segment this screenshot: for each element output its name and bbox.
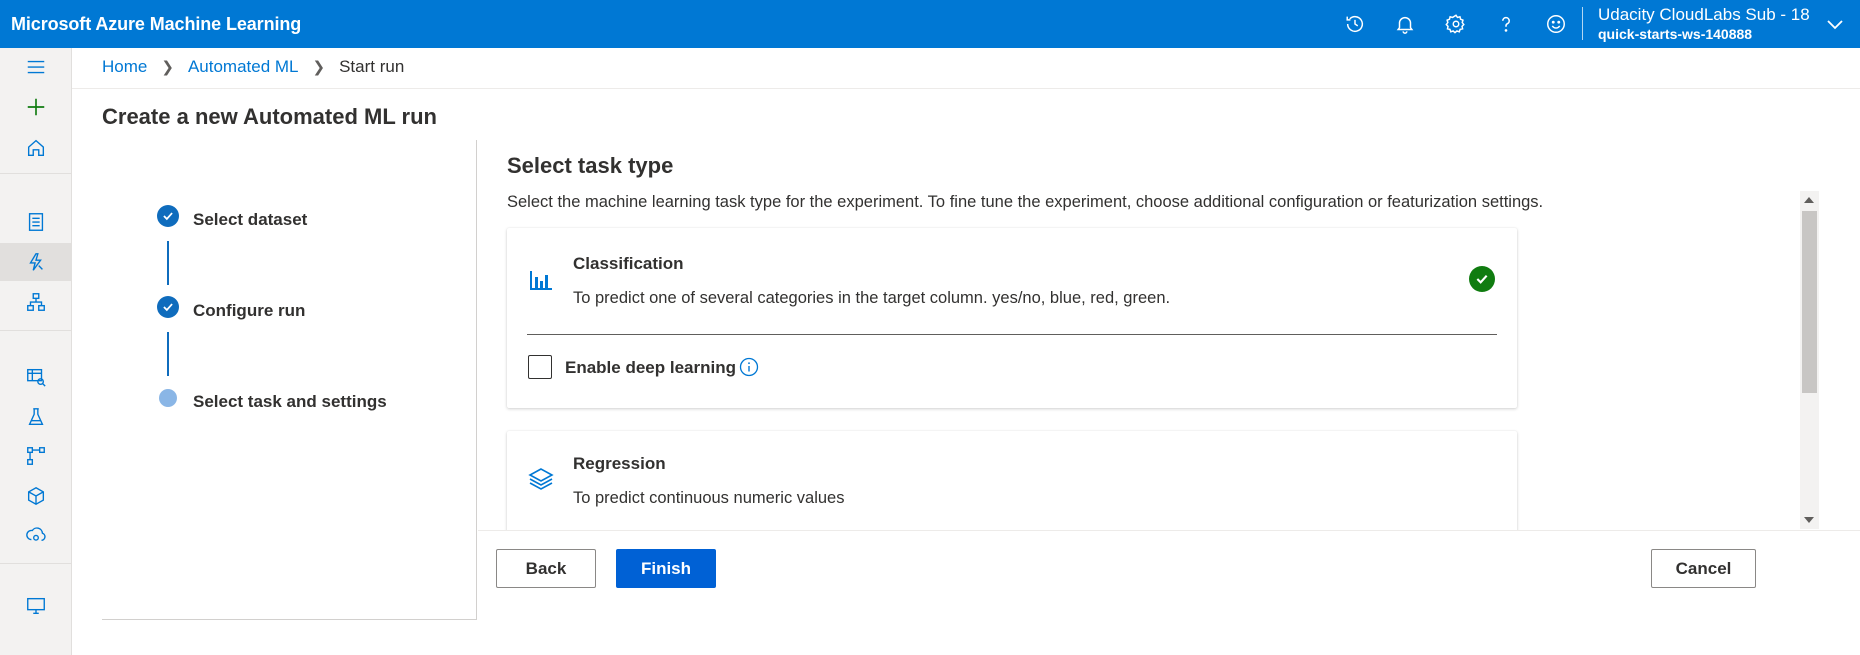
feedback-smiley-icon[interactable]	[1543, 11, 1569, 37]
chevron-down-icon[interactable]	[1823, 12, 1847, 36]
task-title: Regression	[573, 454, 666, 473]
hamburger-icon[interactable]	[0, 48, 71, 86]
account-switcher[interactable]: Udacity CloudLabs Sub - 18 quick-starts-…	[1598, 5, 1810, 43]
scroll-thumb[interactable]	[1802, 211, 1817, 393]
subscription-name: Udacity CloudLabs Sub - 18	[1598, 5, 1810, 24]
pipelines-icon[interactable]	[0, 437, 71, 475]
back-button[interactable]: Back	[496, 549, 596, 588]
notebooks-icon[interactable]	[0, 203, 71, 241]
scroll-down-arrow-icon[interactable]	[1804, 517, 1814, 523]
top-bar: Microsoft Azure Machine Learning Udacity…	[0, 0, 1860, 48]
vertical-scrollbar[interactable]	[1800, 191, 1819, 529]
finish-button[interactable]: Finish	[616, 549, 716, 588]
workspace-name: quick-starts-ws-140888	[1598, 26, 1753, 42]
automated-ml-icon[interactable]	[0, 243, 71, 281]
breadcrumb-current: Start run	[339, 57, 405, 76]
scroll-up-arrow-icon[interactable]	[1804, 197, 1814, 203]
breadcrumb-separator-icon: ❯	[161, 59, 174, 76]
step-complete-check-icon	[157, 205, 179, 227]
compute-icon[interactable]	[0, 587, 71, 625]
task-card-classification[interactable]: Classification To predict one of several…	[507, 228, 1517, 408]
step-select-dataset[interactable]: Select dataset	[193, 210, 307, 230]
task-list-scroll-area[interactable]: Classification To predict one of several…	[478, 196, 1798, 530]
bar-chart-icon	[530, 271, 552, 290]
info-icon[interactable]	[739, 357, 759, 377]
step-configure-run[interactable]: Configure run	[193, 301, 305, 321]
layers-icon	[528, 468, 554, 490]
task-description: To predict one of several categories in …	[573, 289, 1171, 307]
endpoints-icon[interactable]	[0, 516, 71, 554]
task-card-regression[interactable]: Regression To predict continuous numeric…	[507, 431, 1517, 530]
section-title: Select task type	[507, 153, 674, 178]
task-description: To predict continuous numeric values	[573, 489, 845, 507]
breadcrumb-automl[interactable]: Automated ML	[188, 57, 299, 77]
gear-icon[interactable]	[1443, 11, 1469, 37]
breadcrumb-divider	[72, 88, 1860, 89]
breadcrumb: Home ❯ Automated ML ❯ Start run	[102, 57, 404, 77]
designer-icon[interactable]	[0, 283, 71, 321]
help-icon[interactable]	[1493, 11, 1519, 37]
step-select-task-settings[interactable]: Select task and settings	[193, 392, 387, 412]
card-divider	[527, 334, 1497, 335]
top-bar-separator	[1582, 7, 1583, 40]
home-icon[interactable]	[0, 129, 71, 167]
selected-check-icon	[1469, 266, 1495, 292]
step-current-dot-icon	[159, 389, 177, 407]
footer-divider	[478, 530, 1860, 531]
datasets-icon[interactable]	[0, 358, 71, 396]
app-title[interactable]: Microsoft Azure Machine Learning	[11, 14, 301, 35]
task-title: Classification	[573, 254, 684, 273]
enable-deep-learning-checkbox[interactable]	[528, 355, 552, 379]
add-icon[interactable]	[0, 88, 71, 126]
breadcrumb-home[interactable]: Home	[102, 57, 147, 77]
bell-icon[interactable]	[1392, 11, 1418, 37]
step-connector	[167, 241, 169, 285]
step-complete-check-icon	[157, 296, 179, 318]
enable-deep-learning-label[interactable]: Enable deep learning	[565, 358, 736, 378]
experiments-icon[interactable]	[0, 398, 71, 436]
page-title: Create a new Automated ML run	[102, 104, 437, 129]
step-connector	[167, 332, 169, 376]
models-icon[interactable]	[0, 477, 71, 515]
history-icon[interactable]	[1342, 11, 1368, 37]
breadcrumb-separator-icon: ❯	[312, 59, 326, 76]
left-nav-rail	[0, 48, 72, 655]
cancel-button[interactable]: Cancel	[1651, 549, 1756, 588]
wizard-bottom-divider	[102, 619, 477, 620]
